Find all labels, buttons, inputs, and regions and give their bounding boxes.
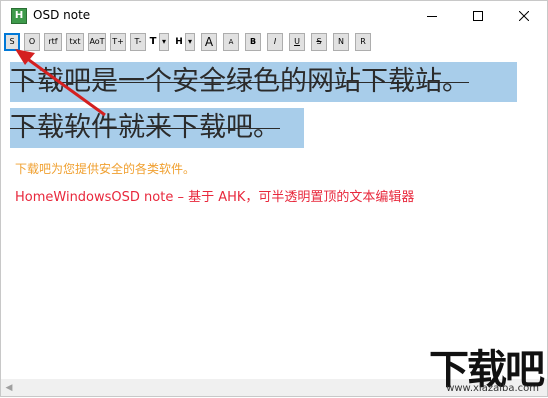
- watermark-url: www.xiazaiba.com: [446, 383, 539, 394]
- scroll-left-arrow-icon[interactable]: ◀: [4, 382, 14, 393]
- watermark-logo: 下载吧 www.xiazaiba.com: [409, 334, 547, 396]
- osd-note-window: H OSD note S O rtf txt AoT T+ T- T ▾ H ▾…: [0, 0, 548, 397]
